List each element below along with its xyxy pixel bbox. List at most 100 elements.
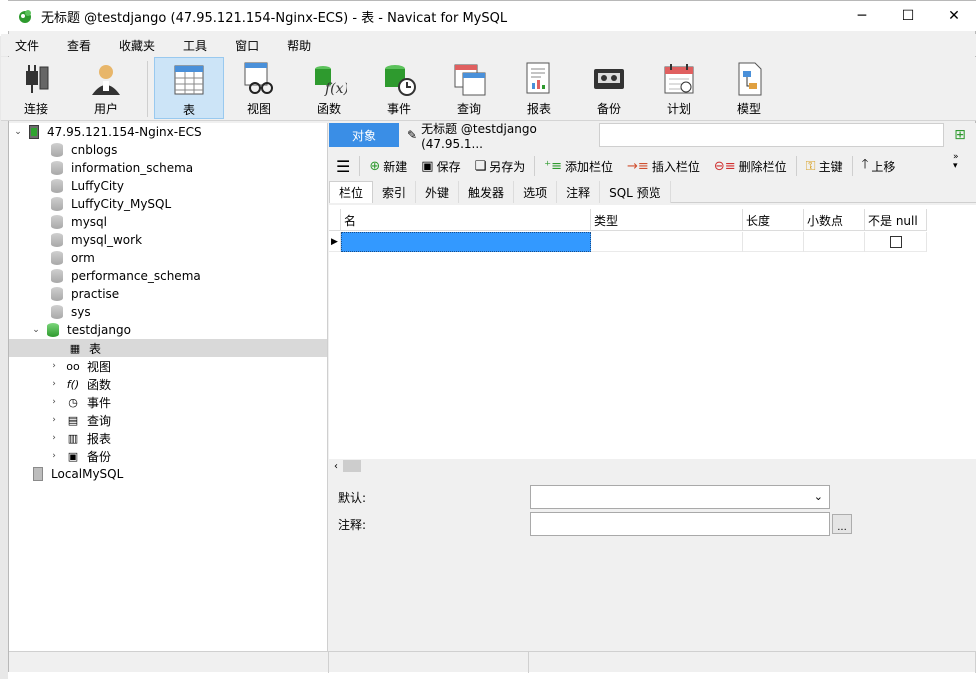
- tree-db-node[interactable]: orm: [51, 249, 95, 267]
- chevron-right-icon[interactable]: ›: [49, 433, 59, 443]
- tree-db-node[interactable]: LuffyCity_MySQL: [51, 195, 171, 213]
- tab-foreign-keys[interactable]: 外键: [416, 181, 460, 203]
- hamburger-menu-button[interactable]: ☰: [329, 154, 357, 178]
- tree-db-node[interactable]: performance_schema: [51, 267, 201, 285]
- column-header-type[interactable]: 类型: [591, 209, 743, 231]
- chevron-down-icon: ⌄: [813, 490, 823, 503]
- menu-file[interactable]: 文件: [1, 37, 53, 54]
- add-table-icon: ⊞: [954, 127, 966, 143]
- save-as-icon: ❏: [474, 158, 487, 174]
- view-icon: oo: [66, 359, 80, 373]
- tree-server-node[interactable]: ⌄ 47.95.121.154-Nginx-ECS: [13, 123, 202, 141]
- table-designer-panel: 对象 ✎ 无标题 @testdjango (47.95.1... ⊞ ☰ ⊕ 新建…: [329, 122, 976, 651]
- not-null-checkbox[interactable]: [889, 236, 902, 248]
- new-button[interactable]: ⊕ 新建: [362, 154, 414, 178]
- chevron-right-icon[interactable]: ›: [49, 379, 59, 389]
- tree-db-node[interactable]: cnblogs: [51, 141, 117, 159]
- tree-item-events[interactable]: › ◷ 事件: [49, 393, 111, 411]
- tree-open-db-node[interactable]: ⌄ testdjango: [31, 321, 131, 339]
- tab-comments[interactable]: 注释: [557, 181, 601, 203]
- decimals-cell[interactable]: [804, 232, 865, 252]
- tree-item-functions[interactable]: › f() 函数: [49, 375, 111, 393]
- column-header-decimals[interactable]: 小数点: [804, 209, 865, 231]
- tree-db-label: testdjango: [67, 323, 131, 337]
- toolbar-view-button[interactable]: 视图: [224, 57, 294, 119]
- primary-key-button[interactable]: ⚿ 主键: [799, 154, 850, 178]
- tree-item-reports[interactable]: › ▥ 报表: [49, 429, 111, 447]
- type-cell[interactable]: [591, 232, 743, 252]
- tree-db-node[interactable]: information_schema: [51, 159, 193, 177]
- comment-more-button[interactable]: ...: [832, 514, 852, 534]
- chevron-right-icon[interactable]: ›: [49, 361, 59, 371]
- scroll-left-icon[interactable]: ‹: [329, 461, 343, 472]
- tab-objects[interactable]: 对象: [329, 123, 399, 147]
- comment-field[interactable]: [530, 512, 830, 536]
- add-column-button[interactable]: ⁺≡ 添加栏位: [537, 154, 620, 178]
- status-bar: [9, 651, 976, 673]
- toolbar-function-button[interactable]: f(x) 函数: [294, 57, 364, 119]
- toolbar-label: 视图: [246, 102, 271, 116]
- name-cell[interactable]: [341, 232, 591, 252]
- default-select[interactable]: ⌄: [530, 485, 830, 509]
- tab-sql-preview[interactable]: SQL 预览: [600, 181, 671, 203]
- chevron-right-icon[interactable]: ›: [49, 397, 59, 407]
- insert-column-button[interactable]: →≡ 插入栏位: [620, 154, 707, 178]
- tab-options[interactable]: 选项: [514, 181, 558, 203]
- menu-window[interactable]: 窗口: [221, 37, 273, 54]
- scroll-thumb[interactable]: [343, 460, 361, 472]
- not-null-cell[interactable]: [865, 232, 927, 252]
- tree-db-node[interactable]: mysql_work: [51, 231, 142, 249]
- menu-favorites[interactable]: 收藏夹: [105, 37, 169, 54]
- toolbar-event-button[interactable]: 事件: [364, 57, 434, 119]
- column-header-name[interactable]: 名: [341, 209, 591, 231]
- toolbar-table-button[interactable]: 表: [154, 57, 224, 119]
- close-button[interactable]: ✕: [931, 1, 976, 31]
- tree-db-node[interactable]: practise: [51, 285, 119, 303]
- toolbar-report-button[interactable]: 报表: [504, 57, 574, 119]
- tab-indexes[interactable]: 索引: [373, 181, 417, 203]
- tree-server-label: 47.95.121.154-Nginx-ECS: [47, 125, 202, 139]
- database-icon: [51, 251, 63, 265]
- move-up-button[interactable]: 🡑 上移: [855, 154, 903, 178]
- toolbar-label: 备份: [596, 102, 621, 116]
- toolbar-schedule-button[interactable]: 计划: [644, 57, 714, 119]
- tree-db-node[interactable]: LuffyCity: [51, 177, 124, 195]
- maximize-button[interactable]: ☐: [885, 1, 931, 31]
- database-icon: [51, 269, 63, 283]
- tree-db-node[interactable]: mysql: [51, 213, 107, 231]
- tab-table-designer[interactable]: ✎ 无标题 @testdjango (47.95.1...: [399, 122, 599, 151]
- tab-triggers[interactable]: 触发器: [459, 181, 515, 203]
- menu-help[interactable]: 帮助: [273, 37, 325, 54]
- chevron-down-icon[interactable]: ⌄: [13, 127, 23, 137]
- toolbar-label: 表: [182, 103, 195, 117]
- horizontal-scrollbar[interactable]: ‹: [329, 459, 976, 473]
- delete-column-button[interactable]: ⊖≡ 删除栏位: [707, 154, 794, 178]
- save-as-button[interactable]: ❏ 另存为: [468, 154, 533, 178]
- toolbar-user-button[interactable]: 用户: [71, 57, 141, 119]
- chevron-down-icon[interactable]: ⌄: [31, 325, 41, 335]
- column-header-length[interactable]: 长度: [743, 209, 804, 231]
- tab-fields[interactable]: 栏位: [329, 181, 374, 203]
- toolbar-connect-button[interactable]: 连接: [1, 57, 71, 119]
- length-cell[interactable]: [743, 232, 804, 252]
- menu-view[interactable]: 查看: [53, 37, 105, 54]
- tree-item-views[interactable]: › oo 视图: [49, 357, 111, 375]
- tree-item-backups[interactable]: › ▣ 备份: [49, 447, 111, 465]
- tree-db-node[interactable]: sys: [51, 303, 91, 321]
- tree-item-tables[interactable]: ▦ 表: [67, 339, 101, 357]
- toolbar-model-button[interactable]: 模型: [714, 57, 784, 119]
- save-button[interactable]: ▣ 保存: [414, 154, 467, 178]
- chevron-right-icon[interactable]: ›: [49, 451, 59, 461]
- tree-local-server-node[interactable]: LocalMySQL: [33, 465, 123, 483]
- desktop-strip: [0, 36, 8, 679]
- toolbar-query-button[interactable]: 查询: [434, 57, 504, 119]
- new-tab-button[interactable]: ⊞: [944, 123, 976, 147]
- toolbar-overflow-chevrons[interactable]: » ▾: [953, 153, 959, 171]
- column-header-not-null[interactable]: 不是 null: [865, 209, 927, 231]
- minimize-button[interactable]: ─: [839, 1, 885, 31]
- tree-item-queries[interactable]: › ▤ 查询: [49, 411, 111, 429]
- menu-tools[interactable]: 工具: [169, 37, 221, 54]
- toolbar-backup-button[interactable]: 备份: [574, 57, 644, 119]
- table-icon: [174, 65, 204, 95]
- chevron-right-icon[interactable]: ›: [49, 415, 59, 425]
